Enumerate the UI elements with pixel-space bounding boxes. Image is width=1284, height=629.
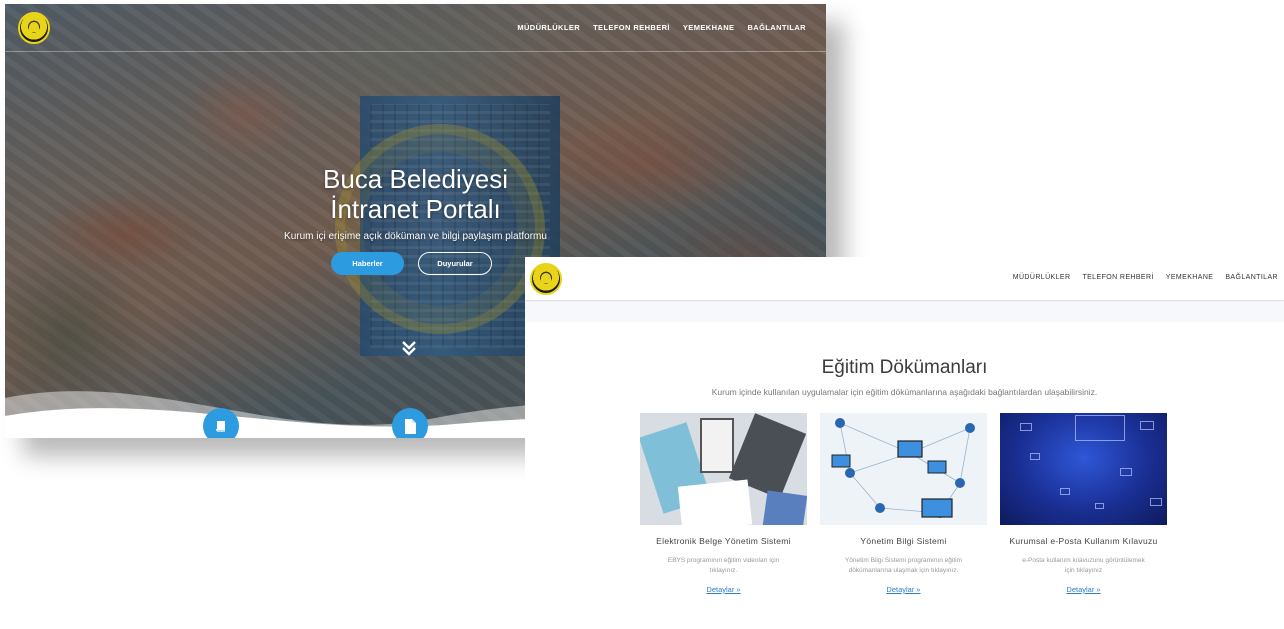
card-ybs: Yönetim Bilgi Sistemi Yönetim Bilgi Sist… (820, 413, 987, 594)
card-ebys: Elektronik Belge Yönetim Sistemi EBYS pr… (640, 413, 807, 594)
buca-logo[interactable] (18, 12, 50, 44)
document-icon[interactable] (392, 408, 428, 438)
announcements-button[interactable]: Duyurular (418, 252, 492, 275)
book-icon[interactable] (203, 408, 239, 438)
nav-baglantilar[interactable]: BAĞLANTILAR (747, 23, 806, 32)
news-button[interactable]: Haberler (331, 252, 404, 275)
details-link[interactable]: Detaylar » (640, 585, 807, 594)
card-title: Elektronik Belge Yönetim Sistemi (656, 536, 791, 546)
card-text: Yönetim Bilgi Sistemi programının eğitim… (844, 557, 963, 574)
card-text: e-Posta kullanım kılavuzunu görüntülemek… (1022, 557, 1145, 574)
card-title: Yönetim Bilgi Sistemi (860, 536, 947, 546)
section-heading: Eğitim Dökümanları (821, 357, 988, 378)
nav-yemekhane[interactable]: YEMEKHANE (1166, 274, 1214, 281)
hero-nav: MÜDÜRLÜKLER TELEFON REHBERİ YEMEKHANE BA… (517, 23, 806, 32)
nav-telefon-rehberi[interactable]: TELEFON REHBERİ (1082, 274, 1153, 281)
docs-nav: MÜDÜRLÜKLER TELEFON REHBERİ YEMEKHANE BA… (1013, 274, 1278, 281)
hero-subtitle: Kurum içi erişime açık döküman ve bilgi … (284, 231, 547, 242)
nav-divider (5, 51, 826, 52)
nav-yemekhane[interactable]: YEMEKHANE (683, 23, 735, 32)
card-text: EBYS programının eğitim videoları için t… (667, 557, 780, 574)
details-link[interactable]: Detaylar » (1000, 585, 1167, 594)
details-link[interactable]: Detaylar » (820, 585, 987, 594)
hero-title-line1: Buca Belediyesi (323, 164, 508, 194)
nav-mudurlukler[interactable]: MÜDÜRLÜKLER (1013, 274, 1071, 281)
card-image-desk[interactable] (640, 413, 807, 525)
hero-title: Buca Belediyesi İntranet Portalı (5, 164, 826, 224)
hero-title-line2: İntranet Portalı (330, 194, 501, 224)
card-image-network[interactable] (820, 413, 987, 525)
card-image-email[interactable] (1000, 413, 1167, 525)
nav-baglantilar[interactable]: BAĞLANTILAR (1225, 274, 1278, 281)
nav-telefon-rehberi[interactable]: TELEFON REHBERİ (593, 23, 670, 32)
documents-screenshot: MÜDÜRLÜKLER TELEFON REHBERİ YEMEKHANE BA… (525, 257, 1284, 629)
nav-mudurlukler[interactable]: MÜDÜRLÜKLER (517, 23, 580, 32)
buca-logo[interactable] (530, 263, 562, 295)
card-eposta: Kurumsal e-Posta Kullanım Kılavuzu e-Pos… (1000, 413, 1167, 594)
card-title: Kurumsal e-Posta Kullanım Kılavuzu (1009, 536, 1158, 546)
docs-header: MÜDÜRLÜKLER TELEFON REHBERİ YEMEKHANE BA… (525, 257, 1284, 301)
section-description: Kurum içinde kullanılan uygulamalar için… (711, 387, 1098, 397)
